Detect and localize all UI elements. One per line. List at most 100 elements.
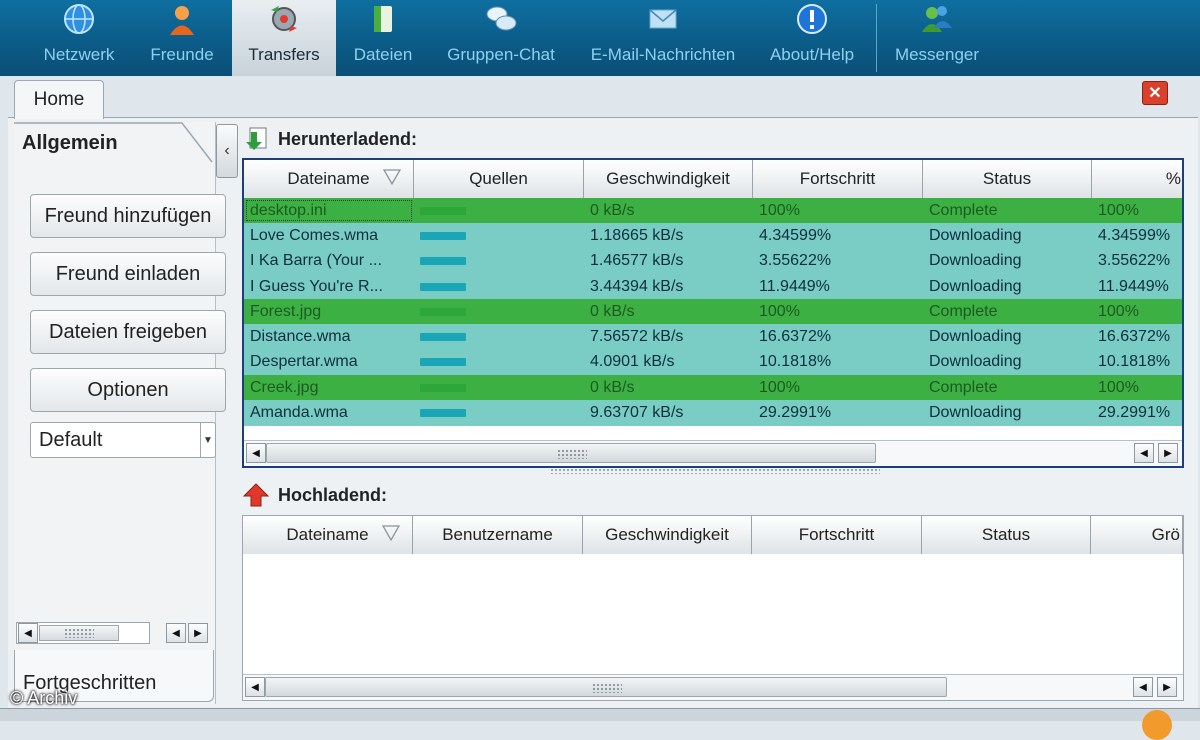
- toolbar-label: Dateien: [353, 45, 413, 64]
- cell-pct: 11.9449%: [1098, 277, 1169, 295]
- cell-pct: 4.34599%: [1098, 226, 1171, 244]
- sources-bar: [420, 307, 466, 316]
- uploads-header: Hochladend:: [242, 482, 387, 508]
- column-header[interactable]: Status: [922, 516, 1091, 554]
- toolbar-label: Freunde: [150, 45, 214, 64]
- scroll-left-icon[interactable]: ◀: [18, 623, 38, 643]
- cell-name: I Guess You're R...: [250, 277, 383, 295]
- share-files-button[interactable]: Dateien freigeben: [30, 310, 226, 354]
- sidebar: Allgemein Freund hinzufügen Freund einla…: [14, 122, 226, 704]
- scroll-left-icon[interactable]: ◀: [166, 623, 186, 643]
- column-header[interactable]: Quellen: [414, 160, 584, 198]
- table-row[interactable]: I Guess You're R... 3.44394 kB/s 11.9449% D…: [244, 273, 1182, 300]
- add-friend-button[interactable]: Freund hinzufügen: [30, 194, 226, 238]
- cell-progress: 3.55622%: [759, 252, 832, 270]
- scroll-left-icon[interactable]: ◀: [1134, 443, 1154, 463]
- table-row[interactable]: desktop.ini 0 kB/s 100% Complete 100%: [244, 198, 1182, 224]
- sources-cell: [414, 299, 584, 324]
- sources-bar: [420, 206, 466, 215]
- invite-friend-button[interactable]: Freund einladen: [30, 252, 226, 296]
- column-header[interactable]: Fortschritt: [752, 516, 922, 554]
- scrollbar-thumb[interactable]: [266, 443, 876, 463]
- cell-status: Complete: [929, 201, 998, 219]
- cell-speed: 1.46577 kB/s: [590, 252, 684, 270]
- tab-home-label: Home: [33, 89, 85, 110]
- downloads-title: Herunterladend:: [278, 128, 418, 149]
- cell-name: Amanda.wma: [250, 404, 348, 422]
- downloads-table-header: Dateiname Quellen Geschwindigkeit Fortsc…: [244, 160, 1182, 198]
- table-row[interactable]: Distance.wma 7.56572 kB/s 16.6372% Download…: [244, 324, 1182, 350]
- cell-pct: 100%: [1098, 378, 1139, 396]
- cell-name: Love Comes.wma: [250, 226, 379, 244]
- sources-cell: [414, 249, 584, 274]
- toolbar-label: Gruppen-Chat: [447, 45, 555, 64]
- chevron-down-icon[interactable]: ▼: [200, 423, 215, 457]
- cell-name: Despertar.wma: [250, 353, 358, 371]
- tab-allgemein[interactable]: Allgemein: [14, 122, 213, 164]
- toolbar-messenger[interactable]: Messenger: [888, 0, 986, 76]
- toolbar-dateien[interactable]: Dateien: [346, 0, 420, 76]
- column-header[interactable]: Dateiname: [244, 160, 414, 198]
- sources-bar: [420, 333, 466, 342]
- uploads-hscrollbar[interactable]: ◀ ◀ ▶: [243, 674, 1183, 700]
- uploads-title: Hochladend:: [278, 484, 388, 505]
- toolbar-transfers[interactable]: Transfers: [232, 0, 336, 76]
- options-button[interactable]: Optionen: [30, 368, 226, 412]
- cell-name: Creek.jpg: [250, 378, 319, 396]
- column-header[interactable]: Geschwindigkeit: [583, 516, 752, 554]
- column-label: Quellen: [469, 169, 528, 188]
- close-button[interactable]: ✕: [1142, 81, 1168, 105]
- cell-status: Downloading: [929, 252, 1022, 270]
- cell-speed: 0 kB/s: [590, 201, 635, 219]
- document-icon: [366, 2, 400, 36]
- scrollbar-thumb[interactable]: [39, 625, 119, 641]
- scroll-right-icon[interactable]: ▶: [1158, 443, 1178, 463]
- toolbar-about-help[interactable]: About/Help: [762, 0, 862, 76]
- scroll-right-icon[interactable]: ▶: [188, 623, 208, 643]
- cell-speed: 4.0901 kB/s: [590, 353, 675, 371]
- column-header[interactable]: Dateiname: [243, 516, 413, 554]
- cell-status: Downloading: [929, 226, 1022, 244]
- downloads-table: Dateiname Quellen Geschwindigkeit Fortsc…: [242, 158, 1184, 468]
- cell-status: Complete: [929, 378, 998, 396]
- toolbar-freunde[interactable]: Freunde: [140, 0, 224, 76]
- column-header[interactable]: Fortschritt: [753, 160, 923, 198]
- sources-bar: [420, 409, 466, 418]
- column-header[interactable]: Benutzername: [413, 516, 583, 554]
- cell-status: Downloading: [929, 404, 1022, 422]
- cell-speed: 1.18665 kB/s: [590, 226, 684, 244]
- toolbar-label: E-Mail-Nachrichten: [590, 45, 736, 64]
- cell-name: I Ka Barra (Your ...: [250, 252, 382, 270]
- column-header[interactable]: Grö: [1091, 516, 1183, 554]
- profile-select[interactable]: Default ▼: [30, 422, 216, 458]
- toolbar-netzwerk[interactable]: Netzwerk: [30, 0, 128, 76]
- column-header[interactable]: %: [1092, 160, 1182, 198]
- table-row[interactable]: Forest.jpg 0 kB/s 100% Complete 100%: [244, 299, 1182, 325]
- scrollbar-thumb[interactable]: [265, 677, 947, 697]
- column-header[interactable]: Geschwindigkeit: [584, 160, 753, 198]
- scroll-right-icon[interactable]: ▶: [1157, 677, 1177, 697]
- sidebar-hscrollbar[interactable]: ◀: [16, 622, 150, 644]
- column-label: Fortschritt: [798, 525, 875, 544]
- table-row[interactable]: I Ka Barra (Your ... 1.46577 kB/s 3.55622%…: [244, 248, 1182, 274]
- panel-splitter[interactable]: [550, 468, 880, 474]
- downloads-hscrollbar[interactable]: ◀ ◀ ▶: [244, 440, 1182, 466]
- table-row[interactable]: Despertar.wma 4.0901 kB/s 10.1818% Download…: [244, 349, 1182, 376]
- cell-status: Downloading: [929, 353, 1022, 371]
- cell-progress: 4.34599%: [759, 226, 832, 244]
- toolbar-email-nachrichten[interactable]: E-Mail-Nachrichten: [582, 0, 744, 76]
- button-label: Optionen: [87, 378, 169, 401]
- table-row[interactable]: Creek.jpg 0 kB/s 100% Complete 100%: [244, 375, 1182, 401]
- column-header[interactable]: Status: [923, 160, 1092, 198]
- table-row[interactable]: Amanda.wma 9.63707 kB/s 29.2991% Downloadin…: [244, 400, 1182, 426]
- collapse-sidebar-button[interactable]: ‹: [216, 124, 238, 178]
- button-label: Freund hinzufügen: [44, 204, 212, 227]
- table-row[interactable]: Love Comes.wma 1.18665 kB/s 4.34599% Downlo…: [244, 223, 1182, 249]
- scroll-left-icon[interactable]: ◀: [1133, 677, 1153, 697]
- scroll-left-icon[interactable]: ◀: [246, 443, 266, 463]
- tab-home[interactable]: Home: [14, 80, 104, 119]
- column-label: Status: [982, 169, 1032, 188]
- toolbar-gruppen-chat[interactable]: Gruppen-Chat: [438, 0, 564, 76]
- scroll-left-icon[interactable]: ◀: [245, 677, 265, 697]
- cell-progress: 100%: [759, 201, 800, 219]
